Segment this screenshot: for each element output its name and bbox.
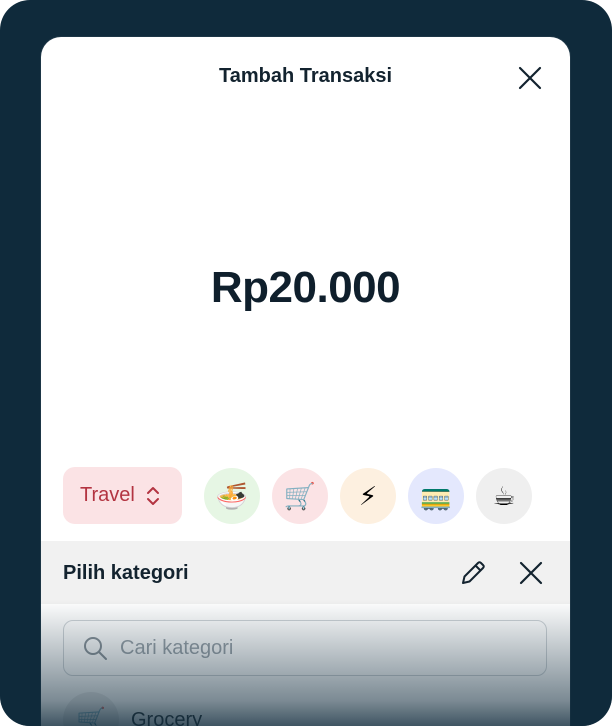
list-item-glyph: 🛒 <box>76 706 106 726</box>
search-icon <box>84 637 107 660</box>
quick-category-food[interactable]: 🍜 <box>204 468 260 524</box>
category-row: Travel 🍜 🛒 ⚡ 🚃 ☕ <box>63 467 563 525</box>
pencil-icon <box>462 561 485 584</box>
quick-category-utilities[interactable]: ⚡ <box>340 468 396 524</box>
search-input[interactable] <box>120 636 520 660</box>
train-icon: 🚃 <box>419 480 453 511</box>
list-item[interactable]: 🛒 Grocery <box>63 692 547 726</box>
noodle-bowl-icon: 🍜 <box>215 480 249 511</box>
list-item-label: Grocery <box>131 708 203 726</box>
device-frame: Tambah Transaksi Rp20.000 Travel 🍜 🛒 ⚡ 🚃… <box>0 0 612 726</box>
quick-category-coffee[interactable]: ☕ <box>476 468 532 524</box>
shopping-cart-icon: 🛒 <box>63 692 119 726</box>
category-search-field[interactable] <box>63 620 547 676</box>
quick-category-shopping[interactable]: 🛒 <box>272 468 328 524</box>
amount-display[interactable]: Rp20.000 <box>41 263 570 313</box>
picker-title: Pilih kategori <box>63 562 189 584</box>
page-title: Tambah Transaksi <box>218 65 393 87</box>
coffee-icon: ☕ <box>492 480 516 511</box>
close-icon <box>518 66 542 90</box>
sheet-header: Tambah Transaksi <box>41 37 570 117</box>
category-dropdown[interactable]: Travel <box>63 467 182 524</box>
shopping-cart-icon: 🛒 <box>283 480 317 511</box>
selected-category-label: Travel <box>80 484 135 506</box>
close-icon <box>519 561 543 585</box>
quick-category-transport[interactable]: 🚃 <box>408 468 464 524</box>
add-transaction-sheet: Tambah Transaksi Rp20.000 Travel 🍜 🛒 ⚡ 🚃… <box>41 37 570 726</box>
edit-categories-button[interactable] <box>457 557 489 589</box>
category-picker-header: Pilih kategori <box>41 541 570 604</box>
chevron-up-down-icon <box>147 487 159 505</box>
close-button[interactable] <box>515 63 545 93</box>
lightning-icon: ⚡ <box>358 480 378 511</box>
close-picker-button[interactable] <box>515 557 547 589</box>
